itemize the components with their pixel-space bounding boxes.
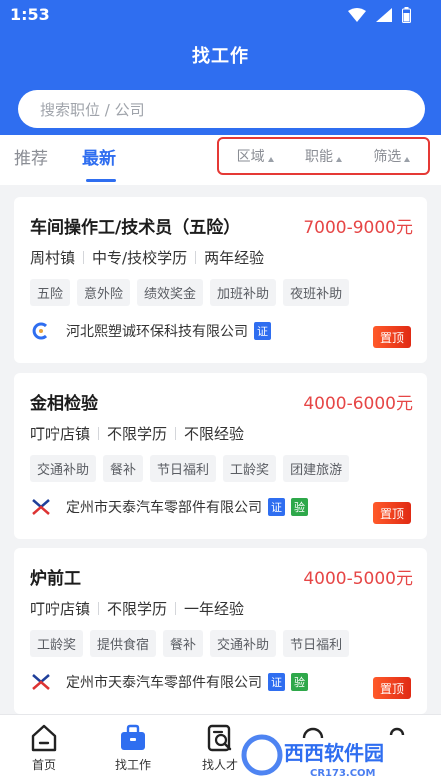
filter-function-label: 职能 <box>304 149 333 165</box>
job-tag: 绩效奖金 <box>137 279 204 306</box>
divider <box>195 251 197 264</box>
job-experience: 两年经验 <box>204 249 265 267</box>
company-name: 定州市天泰汽车零部件有限公司 <box>66 675 262 691</box>
divider <box>175 602 177 615</box>
job-tags: 交通补助 餐补 节日福利 工龄奖 团建旅游 <box>30 455 350 482</box>
triangle-icon <box>404 156 411 162</box>
status-bar: 1:53 <box>0 0 441 30</box>
job-card[interactable]: 车间操作工/技术员（五险） 7000-9000元 周村镇 中专/技校学历 两年经… <box>14 197 427 363</box>
job-card[interactable]: 金相检验 4000-6000元 叮咛店镇 不限学历 不限经验 交通补助 餐补 节… <box>14 373 427 539</box>
company-logo-icon <box>30 320 52 342</box>
job-education: 不限学历 <box>107 425 168 443</box>
status-icons <box>348 7 411 23</box>
status-time: 1:53 <box>10 5 50 24</box>
company-row: 河北熙塑诚环保科技有限公司 证 <box>30 320 271 342</box>
job-experience: 一年经验 <box>184 600 245 618</box>
nav-jobs-label: 找工作 <box>114 758 151 772</box>
app-header: 1:53 找工作 搜索职位 / 公司 <box>0 0 441 135</box>
job-salary: 7000-9000元 <box>303 218 413 238</box>
watermark: 西西软件园 CR173.COM <box>240 730 440 780</box>
divider <box>98 602 100 615</box>
watermark-url: CR173.COM <box>310 768 376 779</box>
certified-badge: 证 <box>268 673 285 691</box>
job-tags: 工龄奖 提供食宿 餐补 交通补助 节日福利 <box>30 630 350 657</box>
verified-badge: 验 <box>291 673 308 691</box>
nav-home[interactable]: 首页 <box>14 723 74 773</box>
triangle-icon <box>335 156 342 162</box>
job-tag: 交通补助 <box>30 455 97 482</box>
job-location: 叮咛店镇 <box>30 600 91 618</box>
certified-badge: 证 <box>254 322 271 340</box>
divider <box>83 251 85 264</box>
pinned-badge: 置顶 <box>373 326 411 348</box>
filter-area[interactable]: 区域 <box>237 146 274 166</box>
page-title: 找工作 <box>192 46 249 67</box>
job-tag: 工龄奖 <box>223 455 277 482</box>
verified-badge: 验 <box>291 498 308 516</box>
filter-bar: 区域 职能 筛选 <box>217 137 430 175</box>
job-meta: 叮咛店镇 不限学历 不限经验 <box>30 423 244 444</box>
search-person-icon <box>207 724 232 752</box>
filter-more-label: 筛选 <box>373 149 402 165</box>
pinned-badge: 置顶 <box>373 677 411 699</box>
watermark-brand: 西西软件园 <box>284 741 384 765</box>
wifi-icon <box>348 8 366 22</box>
search-placeholder: 搜索职位 / 公司 <box>40 100 145 119</box>
job-meta: 周村镇 中专/技校学历 两年经验 <box>30 247 264 268</box>
job-tag: 餐补 <box>103 455 144 482</box>
job-salary: 4000-5000元 <box>303 569 413 589</box>
job-tag: 餐补 <box>163 630 204 657</box>
company-name: 河北熙塑诚环保科技有限公司 <box>66 324 248 340</box>
job-tag: 节日福利 <box>283 630 350 657</box>
job-meta: 叮咛店镇 不限学历 一年经验 <box>30 598 244 619</box>
search-input[interactable]: 搜索职位 / 公司 <box>18 90 425 128</box>
pinned-badge: 置顶 <box>373 502 411 524</box>
certified-badge: 证 <box>268 498 285 516</box>
company-name: 定州市天泰汽车零部件有限公司 <box>66 500 262 516</box>
nav-home-label: 首页 <box>31 758 56 772</box>
job-tag: 五险 <box>30 279 71 306</box>
job-card[interactable]: 炉前工 4000-5000元 叮咛店镇 不限学历 一年经验 工龄奖 提供食宿 餐… <box>14 548 427 714</box>
job-title: 金相检验 <box>30 394 98 414</box>
home-icon <box>31 724 57 752</box>
job-tag: 工龄奖 <box>30 630 84 657</box>
job-tags: 五险 意外险 绩效奖金 加班补助 夜班补助 <box>30 279 350 306</box>
nav-talent-label: 找人才 <box>201 758 238 772</box>
job-tag: 提供食宿 <box>90 630 157 657</box>
tab-latest[interactable]: 最新 <box>82 144 116 169</box>
job-tag: 节日福利 <box>150 455 217 482</box>
job-salary: 4000-6000元 <box>303 394 413 414</box>
divider <box>175 427 177 440</box>
battery-icon <box>402 7 411 23</box>
triangle-icon <box>267 156 274 162</box>
filter-area-label: 区域 <box>236 149 265 165</box>
briefcase-icon <box>121 724 145 750</box>
company-logo-icon <box>30 496 52 518</box>
job-tag: 意外险 <box>77 279 131 306</box>
signal-icon <box>376 8 392 22</box>
job-title: 车间操作工/技术员（五险） <box>30 218 241 238</box>
job-experience: 不限经验 <box>184 425 245 443</box>
tab-recommend[interactable]: 推荐 <box>14 144 48 169</box>
job-education: 中专/技校学历 <box>92 249 188 267</box>
company-logo-icon <box>30 671 52 693</box>
divider <box>98 427 100 440</box>
company-row: 定州市天泰汽车零部件有限公司 证 验 <box>30 671 308 693</box>
job-tag: 加班补助 <box>210 279 277 306</box>
tab-active-indicator <box>86 179 116 182</box>
job-tag: 夜班补助 <box>283 279 350 306</box>
job-location: 叮咛店镇 <box>30 425 91 443</box>
job-tag: 团建旅游 <box>283 455 350 482</box>
company-row: 定州市天泰汽车零部件有限公司 证 验 <box>30 496 308 518</box>
job-education: 不限学历 <box>107 600 168 618</box>
filter-function[interactable]: 职能 <box>305 146 342 166</box>
job-location: 周村镇 <box>30 249 76 267</box>
job-title: 炉前工 <box>30 569 81 589</box>
filter-more[interactable]: 筛选 <box>373 146 411 166</box>
nav-jobs[interactable]: 找工作 <box>103 723 163 773</box>
job-tag: 交通补助 <box>210 630 277 657</box>
